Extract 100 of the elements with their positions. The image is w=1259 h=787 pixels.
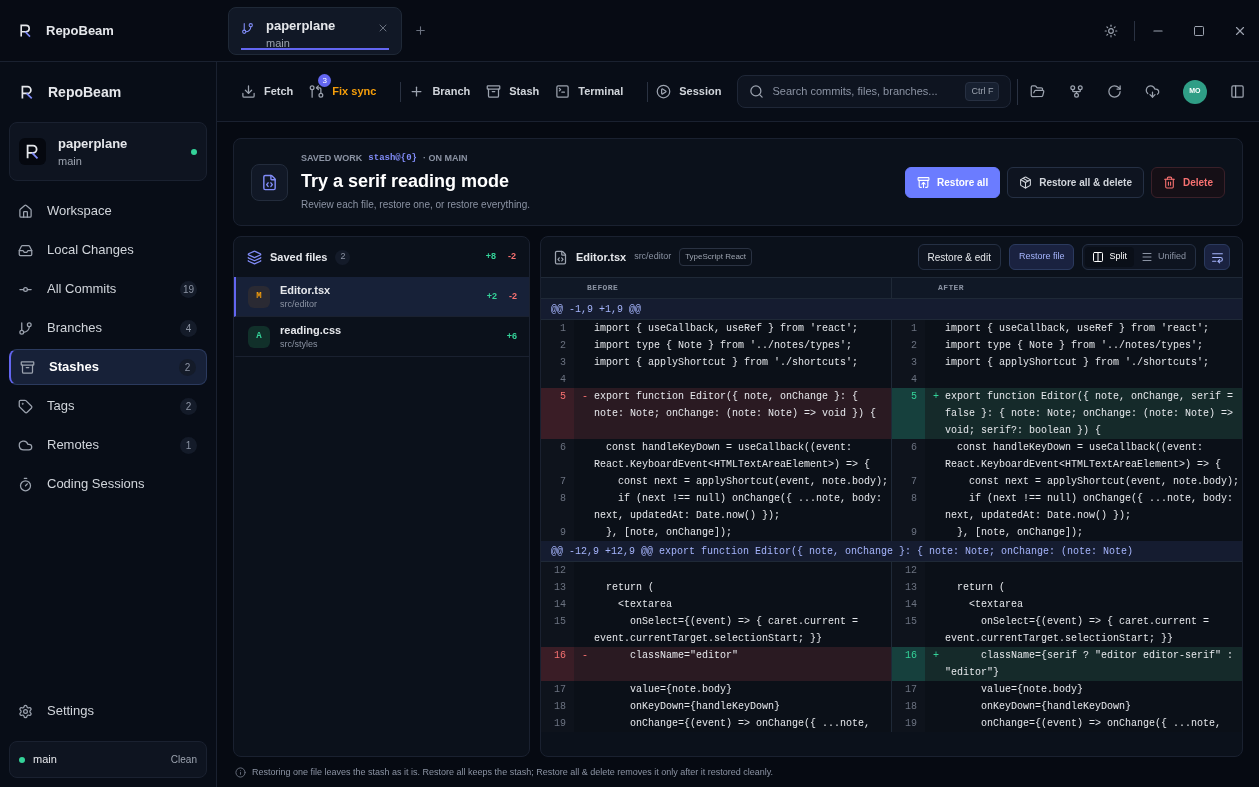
- maximize-icon[interactable]: [1193, 24, 1205, 37]
- toolbar-button[interactable]: Stash: [486, 83, 540, 100]
- stash-ref: stash@{0}: [368, 151, 417, 165]
- action-button[interactable]: Delete: [1151, 166, 1225, 198]
- search-field[interactable]: Search commits, files, branches... Ctrl F: [737, 75, 1012, 108]
- wrap-button[interactable]: [1204, 244, 1230, 270]
- language-tag: TypeScript React: [679, 248, 753, 266]
- search-input[interactable]: Search commits, files, branches...: [772, 83, 958, 100]
- notification-badge: 3: [318, 74, 332, 88]
- code-line: <textarea: [968, 598, 1025, 612]
- cloud-download-icon[interactable]: [1144, 84, 1160, 99]
- diff-file-name: Editor.tsx: [576, 249, 627, 265]
- download-icon: [241, 84, 256, 99]
- action-button[interactable]: Restore all: [905, 166, 1001, 198]
- count-badge: 19: [180, 280, 197, 298]
- nav-item[interactable]: Stashes 2: [9, 349, 207, 385]
- refresh-icon[interactable]: [1106, 84, 1122, 99]
- settings-icon: [18, 703, 33, 719]
- count-badge: 4: [180, 319, 197, 337]
- eyebrow-label: SAVED WORK: [301, 151, 363, 165]
- repo-branch: main: [58, 154, 83, 169]
- nav-item[interactable]: Coding Sessions: [9, 466, 207, 502]
- file-path: src/styles: [280, 338, 319, 351]
- new-tab-icon[interactable]: [414, 24, 427, 37]
- status-badge: A: [248, 325, 270, 348]
- folder-icon[interactable]: [1030, 84, 1046, 99]
- toolbar-button[interactable]: Fetch: [241, 83, 294, 100]
- line-number: 1: [560, 323, 566, 334]
- stash-subtitle: Review each file, restore one, or restore everything.: [301, 198, 531, 213]
- line-number: 12: [554, 565, 566, 576]
- package-icon: [1019, 175, 1033, 189]
- trash-icon: [1163, 175, 1176, 189]
- code-line: onChange={(event) => onChange({ ...note,: [629, 717, 872, 731]
- nav-item[interactable]: Local Changes: [9, 232, 207, 268]
- count-badge: 2: [335, 249, 351, 265]
- play-icon: [656, 84, 672, 99]
- added-count: +8: [485, 250, 496, 264]
- line-number: 2: [911, 340, 917, 351]
- action-button[interactable]: Restore all & delete: [1007, 166, 1144, 198]
- split-icon: [1092, 251, 1105, 263]
- file-name: Editor.tsx: [280, 282, 332, 298]
- code-line: onKeyDown={handleKeyDown}: [629, 700, 782, 714]
- code-line: <textarea: [617, 598, 674, 612]
- view-toggle[interactable]: Split: [1085, 247, 1134, 267]
- file-row[interactable]: A reading.css src/styles +6: [234, 317, 529, 357]
- view-toggle[interactable]: Unified: [1134, 247, 1193, 267]
- file-icon: [261, 173, 278, 191]
- nav-item[interactable]: Workspace: [9, 193, 207, 229]
- timer-icon: [18, 476, 33, 492]
- code-line: }, [note, onChange]);: [605, 526, 734, 540]
- panel-icon[interactable]: [1229, 84, 1245, 99]
- nav-label: Tags: [47, 397, 76, 416]
- theme-icon[interactable]: [1104, 23, 1118, 38]
- search-icon: [749, 84, 765, 99]
- tab-title: paperplane: [266, 16, 337, 35]
- home-icon: [18, 203, 33, 219]
- line-number: 17: [905, 684, 917, 695]
- nav-label: Workspace: [47, 202, 113, 221]
- toolbar-button[interactable]: Branch: [409, 83, 471, 100]
- stash-title: Try a serif reading mode: [301, 170, 511, 194]
- restore-edit-button[interactable]: Restore & edit: [917, 244, 1001, 270]
- nav-item[interactable]: All Commits 19: [9, 271, 207, 307]
- repo-name: paperplane: [58, 134, 129, 153]
- code-line: import type { Note } from '../notes/types';: [945, 339, 1205, 353]
- code-line: if (next !== null) onChange({ ...note, body: next, updatedAt: Date.now() });: [945, 492, 1235, 523]
- nav-item[interactable]: Remotes 1: [9, 427, 207, 463]
- repo-card[interactable]: paperplane main: [9, 122, 207, 181]
- nav-item[interactable]: Branches 4: [9, 310, 207, 346]
- settings-item[interactable]: Settings: [9, 693, 207, 729]
- code-line: if (next !== null) onChange({ ...note, body: next, updatedAt: Date.now() });: [594, 492, 884, 523]
- layers-icon: [247, 249, 262, 265]
- line-number: 16: [905, 650, 917, 661]
- line-number: 13: [554, 582, 566, 593]
- added-count: +6: [506, 329, 517, 343]
- wrap-icon: [1210, 250, 1224, 264]
- line-number: 3: [911, 357, 917, 368]
- code-line: return (: [956, 581, 1007, 595]
- toolbar-button[interactable]: Session: [656, 83, 722, 100]
- branch-icon: [241, 21, 254, 35]
- code-line: import { useCallback, useRef } from 'react';: [594, 322, 860, 336]
- toolbar-button[interactable]: Terminal: [555, 83, 624, 100]
- code-line: onKeyDown={handleKeyDown}: [980, 700, 1133, 714]
- repo-tab[interactable]: paperplane main: [228, 6, 402, 55]
- column-header: BEFORE: [587, 282, 619, 294]
- code-line: }, [note, onChange]);: [956, 526, 1085, 540]
- branch-label: · ON MAIN: [422, 151, 468, 165]
- line-number: 6: [911, 442, 917, 453]
- tag-icon: [18, 398, 33, 414]
- line-number: 6: [560, 442, 566, 453]
- tab-subtitle: main: [266, 36, 291, 51]
- nav-label: Coding Sessions: [47, 475, 146, 494]
- diff-sign: -: [582, 391, 588, 402]
- diff-sign: +: [933, 650, 939, 661]
- restore-file-button[interactable]: Restore file: [1008, 244, 1075, 270]
- file-row[interactable]: M Editor.tsx src/editor +2 -2: [234, 277, 529, 317]
- line-number: 16: [554, 650, 566, 661]
- archive-icon: [486, 84, 502, 99]
- nav-label: Local Changes: [47, 241, 135, 260]
- nav-item[interactable]: Tags 2: [9, 388, 207, 424]
- fork-icon[interactable]: [1068, 84, 1084, 99]
